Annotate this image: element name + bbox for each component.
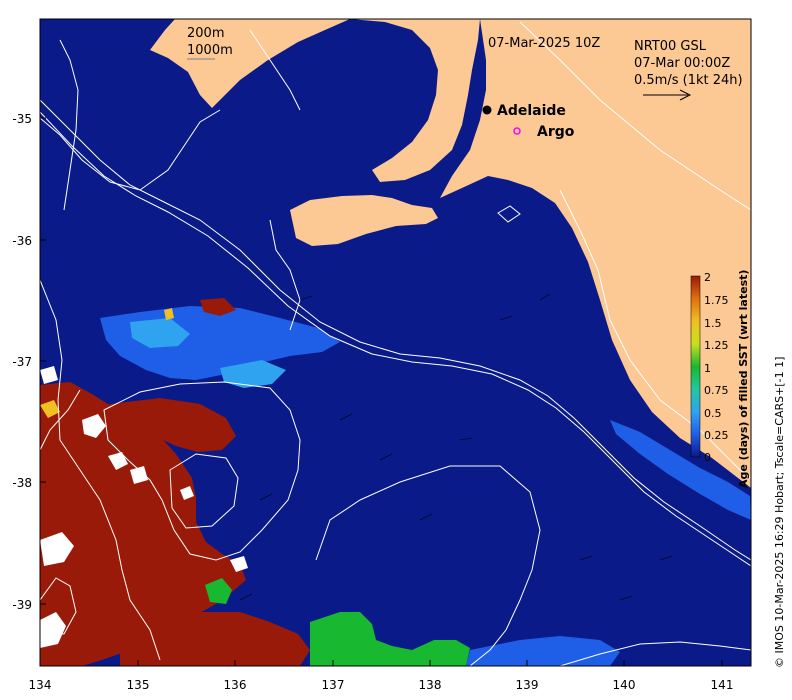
argo-label: Argo: [537, 124, 575, 140]
date-label: 07-Mar-2025 10Z: [488, 36, 600, 51]
colorbar-tick: 1: [704, 362, 711, 375]
lat-tick-label: -38: [12, 476, 32, 490]
current-product-label: NRT00 GSL: [634, 39, 707, 54]
isobath-200m-label: 200m: [187, 26, 224, 41]
lon-tick-label: 140: [613, 678, 636, 692]
lon-tick-label: 139: [516, 678, 539, 692]
colorbar-tick: 0.25: [704, 429, 729, 442]
map-plot-area: [40, 19, 751, 666]
colorbar-tick: 0.5: [704, 407, 722, 420]
lat-tick-label: -37: [12, 355, 32, 369]
lon-tick-label: 138: [419, 678, 442, 692]
colorbar-tick: 1.75: [704, 294, 729, 307]
lon-tick-label: 135: [127, 678, 150, 692]
credit-text: © IMOS 10-Mar-2025 16:29 Hobart; Tscale=…: [773, 357, 786, 668]
colorbar-tick: 2: [704, 271, 711, 284]
lat-tick-label: -35: [12, 112, 32, 126]
lat-tick-label: -39: [12, 598, 32, 612]
colorbar-tick: 0.75: [704, 384, 729, 397]
lon-tick-label: 137: [322, 678, 345, 692]
lat-tick-label: -36: [12, 234, 32, 248]
lon-tick-label: 136: [224, 678, 247, 692]
lon-tick-label: 134: [29, 678, 52, 692]
colorbar-tick: 0: [704, 451, 711, 464]
current-time-label: 07-Mar 00:00Z: [634, 56, 730, 71]
adelaide-marker: [482, 105, 492, 115]
adelaide-label: Adelaide: [497, 103, 566, 119]
colorbar: [690, 275, 701, 458]
sst-map-figure: Adelaide Argo 200m 1000m 07-Mar-2025 10Z…: [12, 18, 786, 692]
vector-scale-label: 0.5m/s (1kt 24h): [634, 73, 743, 88]
colorbar-title: Age (days) of filled SST (wrt latest): [737, 270, 750, 488]
isobath-1000m-label: 1000m: [187, 43, 233, 58]
colorbar-tick: 1.5: [704, 317, 722, 330]
lon-tick-label: 141: [711, 678, 734, 692]
colorbar-tick: 1.25: [704, 339, 729, 352]
